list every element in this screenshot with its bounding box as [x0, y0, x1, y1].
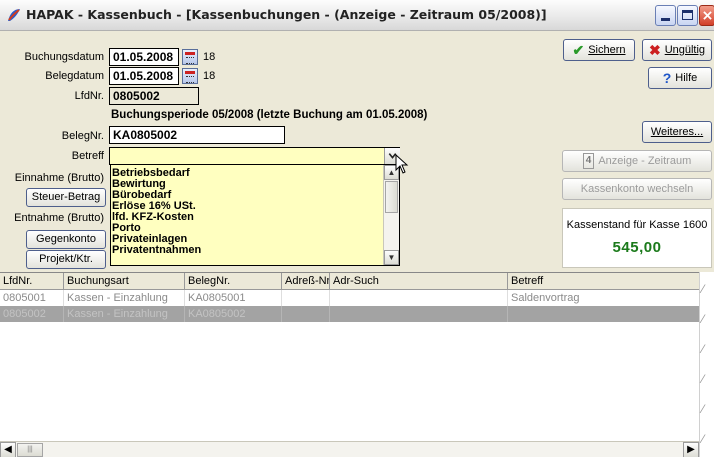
- einnahme-label: Einnahme (Brutto): [14, 172, 104, 184]
- table-cell: Saldenvortrag: [511, 292, 580, 304]
- lfdnr-label: LfdNr.: [74, 90, 104, 102]
- calendar-icon[interactable]: [182, 49, 198, 65]
- sichern-label: Sichern: [588, 44, 626, 56]
- scroll-right-arrow[interactable]: ▶: [683, 442, 699, 457]
- buchungsdatum-label: Buchungsdatum: [24, 51, 105, 63]
- gegenkonto-button[interactable]: Gegenkonto: [26, 230, 106, 249]
- list-item[interactable]: lfd. KFZ-Kosten: [111, 212, 383, 223]
- table-cell: [330, 306, 508, 322]
- kassenstand-value: 545,00: [612, 239, 662, 256]
- buchungen-table[interactable]: LfdNr. Buchungsart BelegNr. Adreß-Nr. Ad…: [0, 272, 699, 441]
- table-cell: Kassen - Einzahlung: [64, 290, 185, 306]
- table-cell: Kassen - Einzahlung: [64, 306, 185, 322]
- column-header[interactable]: Buchungsart: [64, 273, 185, 289]
- calendar-icon[interactable]: [182, 68, 198, 84]
- maximize-icon: [682, 10, 693, 20]
- buchungsdatum-field[interactable]: 01.05.2008: [109, 48, 179, 66]
- table-cell: [282, 290, 330, 306]
- weiteres-button[interactable]: Weiteres...: [642, 121, 712, 143]
- column-header[interactable]: Adr-Such: [330, 273, 508, 289]
- anzeige-zeitraum-label: Anzeige - Zeitraum: [598, 155, 692, 167]
- calendar-icon: 4: [582, 153, 595, 170]
- hilfe-label: Hilfe: [675, 72, 698, 84]
- cross-icon: ✖: [648, 42, 661, 59]
- scroll-thumb[interactable]: |||: [17, 443, 43, 457]
- steuer-betrag-button[interactable]: Steuer-Betrag: [26, 188, 106, 207]
- belegdatum-number: 18: [203, 70, 216, 82]
- dropdown-scrollbar[interactable]: ▲ ▼: [383, 165, 399, 265]
- weiteres-label: Weiteres...: [650, 126, 704, 138]
- hapak-app-icon: [8, 9, 20, 21]
- belegdatum-field[interactable]: 01.05.2008: [109, 67, 179, 85]
- maximize-button[interactable]: [677, 5, 698, 26]
- window-title: HAPAK - Kassenbuch - [Kassenbuchungen - …: [26, 7, 547, 22]
- column-header[interactable]: BelegNr.: [185, 273, 282, 289]
- lfdnr-field: 0805002: [109, 87, 199, 105]
- horizontal-scrollbar[interactable]: ◀ ||| ▶: [0, 441, 699, 457]
- resize-mark: ⁄: [702, 342, 705, 356]
- anzeige-zeitraum-button[interactable]: 4 Anzeige - Zeitraum: [562, 150, 712, 172]
- resize-mark: ⁄: [702, 282, 705, 296]
- table-cell: [330, 290, 508, 306]
- checkmark-icon: ✔: [572, 42, 585, 59]
- kassenkonto-wechseln-label: Kassenkonto wechseln: [580, 183, 694, 195]
- column-header[interactable]: Adreß-Nr.: [282, 273, 330, 289]
- scroll-left-arrow[interactable]: ◀: [0, 442, 16, 457]
- close-button[interactable]: [699, 5, 714, 26]
- betreff-combobox[interactable]: [109, 147, 400, 165]
- belegnr-label: BelegNr.: [61, 130, 104, 142]
- kassenstand-panel: Kassenstand für Kasse 1600 545,00: [562, 208, 712, 268]
- column-header[interactable]: Betreff: [508, 273, 699, 289]
- main-window: HAPAK - Kassenbuch - [Kassenbuchungen - …: [0, 0, 714, 457]
- buchungsdatum-number: 18: [203, 51, 216, 63]
- table-header: LfdNr. Buchungsart BelegNr. Adreß-Nr. Ad…: [0, 273, 699, 290]
- betreff-label: Betreff: [71, 150, 104, 162]
- mouse-cursor-icon: [395, 154, 409, 174]
- projekt-ktr-button[interactable]: Projekt/Ktr.: [26, 250, 106, 269]
- entnahme-label: Entnahme (Brutto): [14, 212, 104, 224]
- scroll-down-arrow[interactable]: ▼: [384, 250, 399, 265]
- kassenstand-label: Kassenstand für Kasse 1600: [566, 219, 708, 231]
- resize-mark: ⁄: [702, 432, 705, 446]
- table-row[interactable]: 0805001 Kassen - Einzahlung KA0805001 Sa…: [0, 290, 699, 306]
- help-icon: ?: [662, 70, 672, 87]
- hilfe-button[interactable]: ? Hilfe: [648, 67, 712, 89]
- belegnr-field[interactable]: KA0805002: [109, 126, 285, 144]
- minimize-icon: [661, 18, 670, 21]
- table-cell: [282, 306, 330, 322]
- resize-mark: ⁄: [702, 372, 705, 386]
- table-cell: 0805001: [0, 290, 64, 306]
- ungueltig-button[interactable]: ✖ Ungültig: [642, 39, 712, 61]
- scroll-thumb[interactable]: [385, 181, 398, 213]
- resize-mark: ⁄: [702, 312, 705, 326]
- table-cell: 0805002: [0, 306, 64, 322]
- table-cell: KA0805001: [185, 290, 282, 306]
- ungueltig-label: Ungültig: [664, 44, 706, 56]
- list-item[interactable]: Privatentnahmen: [111, 245, 383, 256]
- resize-mark: ⁄: [702, 402, 705, 416]
- belegdatum-label: Belegdatum: [45, 70, 104, 82]
- table-row-selected[interactable]: 0805002 Kassen - Einzahlung KA0805002: [0, 306, 699, 322]
- window-edge: ⁄ ⁄ ⁄ ⁄ ⁄ ⁄: [699, 272, 714, 457]
- betreff-dropdown-list[interactable]: Betriebsbedarf Bewirtung Bürobedarf Erlö…: [110, 164, 400, 266]
- sichern-button[interactable]: ✔ Sichern: [563, 39, 635, 61]
- column-header[interactable]: LfdNr.: [0, 273, 64, 289]
- kassenkonto-wechseln-button[interactable]: Kassenkonto wechseln: [562, 178, 712, 200]
- buchungsperiode-text: Buchungsperiode 05/2008 (letzte Buchung …: [111, 109, 428, 121]
- title-bar[interactable]: HAPAK - Kassenbuch - [Kassenbuchungen - …: [0, 0, 714, 31]
- table-cell: [508, 306, 699, 322]
- minimize-button[interactable]: [655, 5, 676, 26]
- close-icon: [703, 11, 712, 20]
- table-cell: KA0805002: [185, 306, 282, 322]
